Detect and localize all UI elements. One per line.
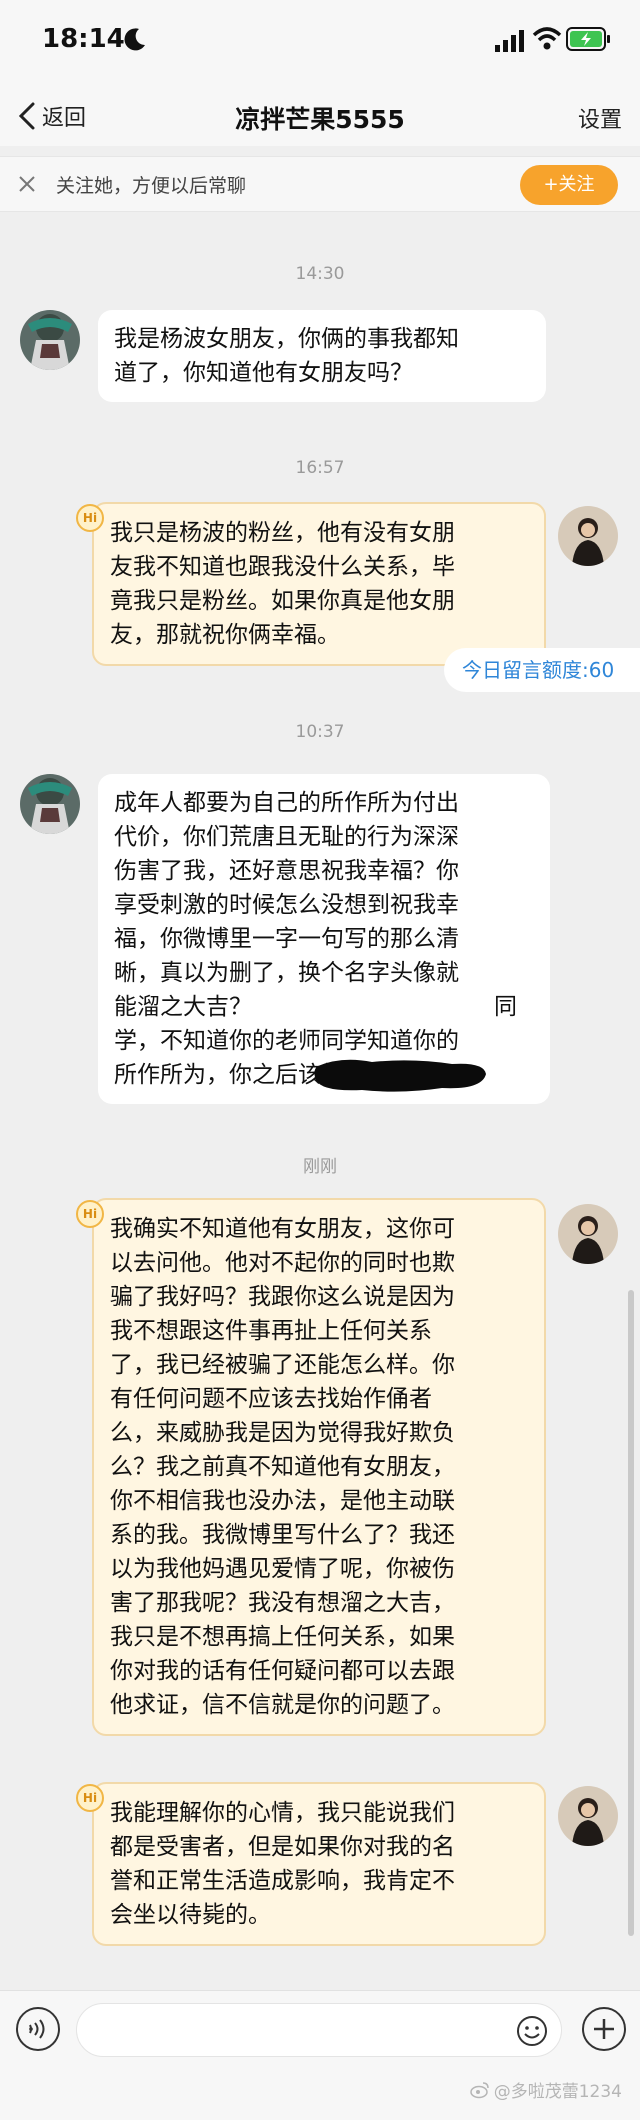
message-input[interactable] <box>76 2003 562 2057</box>
message-line: 他求证，信不信就是你的问题了。 <box>110 1692 455 1718</box>
message-line: 能溜之大吉？ 同 <box>114 990 534 1024</box>
message-line: 以去问他。他对不起你的同时也欺 <box>110 1250 455 1276</box>
status-time: 18:14 <box>42 24 125 54</box>
message-bubble-incoming[interactable]: 成年人都要为自己的所作所为付出 代价，你们荒唐且无耻的行为深深 伤害了我，还好意… <box>98 774 550 1104</box>
message-line: 代价，你们荒唐且无耻的行为深深 <box>114 824 459 850</box>
follow-button[interactable]: +关注 <box>520 165 618 205</box>
message-line: 享受刺激的时候怎么没想到祝我幸 <box>114 892 459 918</box>
settings-button[interactable]: 设置 <box>578 102 622 134</box>
avatar-self[interactable] <box>558 506 618 566</box>
message-line: 你对我的话有任何疑问都可以去跟 <box>110 1658 455 1684</box>
message-bubble-outgoing[interactable]: 我能理解你的心情，我只能说我们 都是受害者，但是如果你对我的名 誉和正常生活造成… <box>92 1782 546 1946</box>
timestamp: 14:30 <box>295 264 345 284</box>
redaction-blob <box>314 1059 486 1092</box>
message-line: 会坐以待毙的。 <box>110 1902 271 1928</box>
bottom-bar: @多啦茂蕾1234 <box>0 1990 640 2120</box>
avatar-other[interactable] <box>20 310 80 370</box>
message-line: 福，你微博里一字一句写的那么清 <box>114 926 459 952</box>
follow-bar: 关注她，方便以后常聊 +关注 <box>0 156 640 212</box>
watermark: @多啦茂蕾1234 <box>469 2077 622 2102</box>
quota-pill[interactable]: 今日留言额度:60 <box>444 648 640 692</box>
message-bubble-outgoing[interactable]: 我确实不知道他有女朋友，这你可 以去问他。他对不起你的同时也欺 骗了我好吗？我跟… <box>92 1198 546 1736</box>
plus-icon[interactable] <box>580 2005 628 2053</box>
message-line: 竟我只是粉丝。如果你真是他女朋 <box>110 588 455 614</box>
message-line: 么？我之前真不知道他有女朋友， <box>110 1454 455 1480</box>
message-line: 你不相信我也没办法，是他主动联 <box>110 1488 455 1514</box>
message-line: 了，我已经被骗了还能怎么样。你 <box>110 1352 455 1378</box>
emoji-icon[interactable] <box>515 2014 549 2048</box>
timestamp: 16:57 <box>295 458 345 478</box>
message-line: 我是杨波女朋友，你俩的事我都知 <box>114 326 459 352</box>
page-title: 凉拌芒果5555 <box>235 105 405 134</box>
weibo-icon <box>469 2081 489 2098</box>
hi-badge: Hi <box>76 1200 104 1228</box>
wifi-icon <box>532 27 562 50</box>
signal-icon <box>495 30 524 52</box>
message-line: 友，那就祝你俩幸福。 <box>110 622 340 648</box>
status-bar: 18:14 <box>0 0 640 86</box>
message-line: 友我不知道也跟我没什么关系，毕 <box>110 554 455 580</box>
message-line: 我只是不想再搞上任何关系，如果 <box>110 1624 455 1650</box>
message-bubble-outgoing[interactable]: 我只是杨波的粉丝，他有没有女朋 友我不知道也跟我没什么关系，毕 竟我只是粉丝。如… <box>92 502 546 666</box>
message-line: 害了那我呢？我没有想溜之大吉， <box>110 1590 455 1616</box>
close-icon[interactable] <box>18 175 36 193</box>
nav-bar: 返回 凉拌芒果5555 设置 <box>0 86 640 146</box>
avatar-self[interactable] <box>558 1786 618 1846</box>
message-line: 骗了我好吗？我跟你这么说是因为 <box>110 1284 455 1310</box>
avatar-self[interactable] <box>558 1204 618 1264</box>
message-line: 以为我他妈遇见爱情了呢，你被伤 <box>110 1556 455 1582</box>
message-line: 有任何问题不应该去找始作俑者 <box>110 1386 432 1412</box>
hi-badge: Hi <box>76 1784 104 1812</box>
timestamp: 10:37 <box>295 722 345 742</box>
follow-hint: 关注她，方便以后常聊 <box>56 175 247 197</box>
message-line: 都是受害者，但是如果你对我的名 <box>110 1834 455 1860</box>
message-line: 成年人都要为自己的所作所为付出 <box>114 790 459 816</box>
message-line: 誉和正常生活造成影响，我肯定不 <box>110 1868 455 1894</box>
battery-icon <box>566 27 610 51</box>
message-line-fragment: 能溜之大吉？ <box>114 994 252 1020</box>
moon-icon <box>124 28 145 51</box>
scrollbar[interactable] <box>628 1290 634 1936</box>
timestamp: 刚刚 <box>303 1157 337 1177</box>
hi-badge: Hi <box>76 504 104 532</box>
message-line: 么，来威胁我是因为觉得我好欺负 <box>110 1420 455 1446</box>
message-line: 我能理解你的心情，我只能说我们 <box>110 1800 455 1826</box>
message-line: 道了，你知道他有女朋友吗？ <box>114 360 413 386</box>
message-line: 我只是杨波的粉丝，他有没有女朋 <box>110 520 455 546</box>
avatar-other[interactable] <box>20 774 80 834</box>
message-line-fragment: 同 <box>494 994 517 1020</box>
message-line: 晰，真以为删了，换个名字头像就 <box>114 960 459 986</box>
message-bubble-incoming[interactable]: 我是杨波女朋友，你俩的事我都知 道了，你知道他有女朋友吗？ <box>98 310 546 402</box>
message-line: 我确实不知道他有女朋友，这你可 <box>110 1216 455 1242</box>
message-line: 我不想跟这件事再扯上任何关系 <box>110 1318 432 1344</box>
watermark-text: @多啦茂蕾1234 <box>493 2082 622 2102</box>
message-line: 系的我。我微博里写什么了？我还 <box>110 1522 455 1548</box>
voice-icon[interactable] <box>14 2005 62 2053</box>
message-line: 学，不知道你的老师同学知道你的 <box>114 1028 459 1054</box>
message-line: 伤害了我，还好意思祝我幸福？你 <box>114 858 459 884</box>
